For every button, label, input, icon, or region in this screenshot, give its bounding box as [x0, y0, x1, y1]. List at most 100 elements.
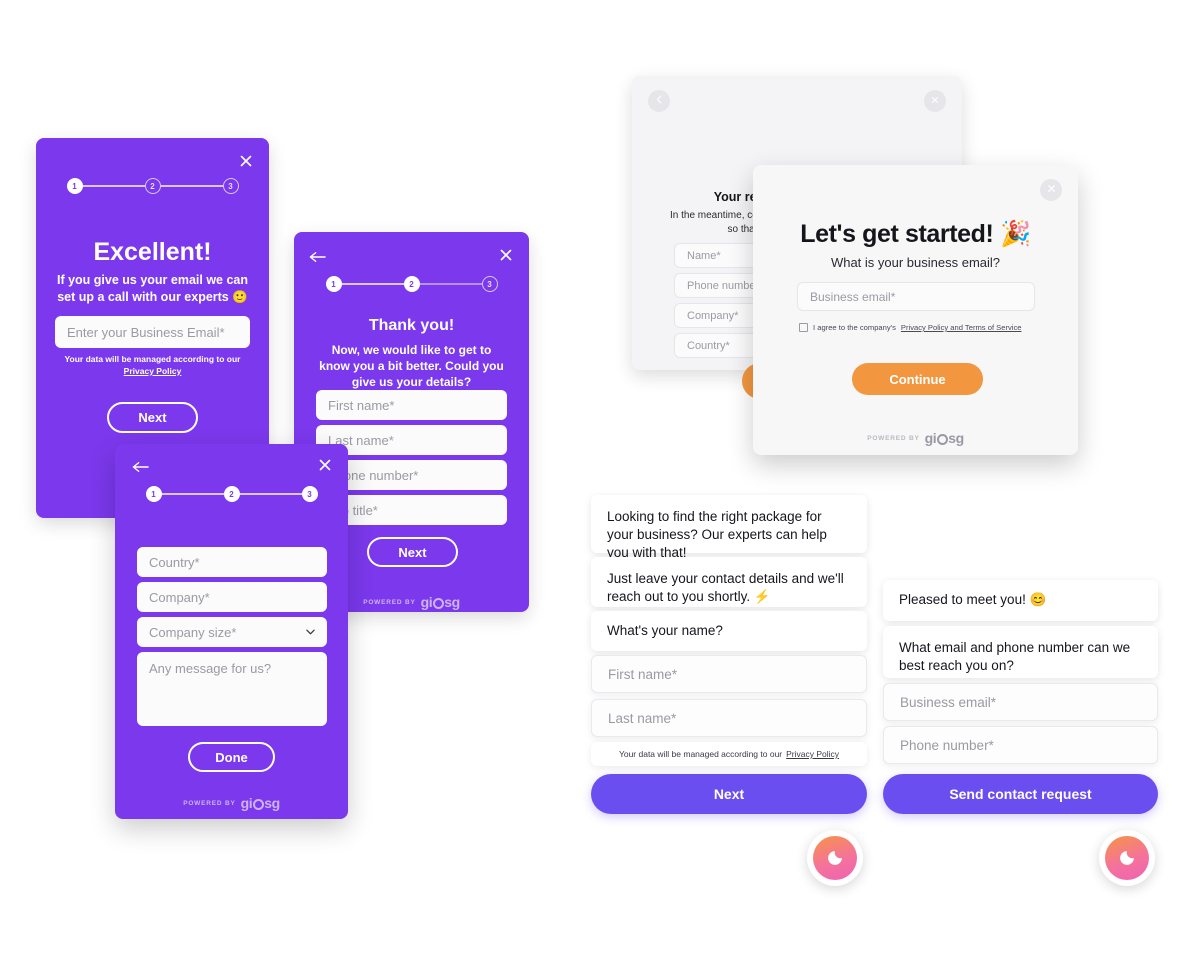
- next-button-label: Next: [713, 786, 745, 802]
- next-button-label: Next: [398, 544, 427, 560]
- consent-label: I agree to the company's: [813, 323, 896, 332]
- privacy-policy-link[interactable]: Privacy Policy: [124, 366, 182, 376]
- get-started-card: Let's get started! 🎉 What is your busine…: [753, 165, 1078, 455]
- close-icon: [317, 457, 333, 473]
- excellent-title: Excellent!: [93, 238, 212, 266]
- giosg-logo-part1: gi: [924, 430, 937, 446]
- back-button[interactable]: [306, 248, 328, 266]
- close-button[interactable]: [924, 90, 946, 112]
- step-line-1: [82, 185, 145, 187]
- consent-row[interactable]: I agree to the company's Privacy Policy …: [799, 323, 1021, 332]
- next-button[interactable]: Next: [367, 537, 458, 567]
- back-button[interactable]: [129, 458, 151, 476]
- arrow-left-icon: [309, 251, 326, 263]
- chat-message-2: What email and phone number can we best …: [883, 626, 1158, 678]
- step-1[interactable]: 1: [66, 178, 83, 194]
- send-contact-request-label: Send contact request: [949, 786, 1092, 802]
- message-textarea[interactable]: Any message for us?: [137, 652, 327, 726]
- step-3[interactable]: 3: [222, 178, 239, 194]
- field-placeholder: Country*: [687, 339, 730, 352]
- field-placeholder: First name*: [608, 666, 678, 682]
- back-button[interactable]: [648, 90, 670, 112]
- next-button-label: Next: [138, 410, 167, 425]
- step-line-2: [419, 283, 482, 285]
- field-placeholder: Last name*: [608, 710, 677, 726]
- stepper: 1 2 3: [294, 276, 529, 292]
- business-email-input[interactable]: Enter your Business Email*: [55, 316, 250, 348]
- giosg-logo: gi sg: [924, 430, 965, 446]
- close-button[interactable]: [495, 244, 517, 266]
- chat-launcher-button[interactable]: [1099, 830, 1155, 886]
- step-3[interactable]: 3: [301, 486, 318, 502]
- step-1[interactable]: 1: [145, 486, 162, 502]
- chat-message-1: Pleased to meet you! 😊: [883, 580, 1158, 621]
- chat-message-2: Just leave your contact details and we'l…: [591, 557, 867, 607]
- giosg-logo-part2: sg: [444, 594, 460, 610]
- country-input[interactable]: Country*: [137, 547, 327, 577]
- field-placeholder: Name*: [687, 249, 721, 262]
- company-input[interactable]: Company*: [137, 582, 327, 612]
- giosg-logo-part2: sg: [948, 430, 964, 446]
- powered-by-label: POWERED BY: [363, 598, 416, 606]
- close-icon: [498, 247, 514, 263]
- get-started-subtitle: What is your business email?: [830, 255, 1001, 270]
- next-button[interactable]: Next: [591, 774, 867, 814]
- select-placeholder: Company size*: [149, 624, 237, 640]
- giosg-logo-o-icon: [432, 597, 444, 609]
- close-button[interactable]: [314, 454, 336, 476]
- giosg-logo: gi sg: [241, 795, 281, 811]
- giosg-logo-part2: sg: [264, 795, 280, 811]
- first-name-input[interactable]: First name*: [316, 390, 507, 420]
- continue-button[interactable]: Continue: [852, 363, 983, 395]
- privacy-text: Your data will be managed according to o…: [618, 749, 783, 759]
- thank-you-subtitle: Now, we would like to get to know you a …: [319, 343, 504, 390]
- stepper: 1 2 3: [115, 486, 348, 502]
- continue-button-label: Continue: [889, 371, 946, 387]
- business-email-input[interactable]: Business email*: [883, 683, 1158, 721]
- step-line-2: [160, 185, 223, 187]
- giosg-footer: POWERED BY gi sg: [115, 795, 348, 811]
- consent-checkbox[interactable]: [799, 323, 808, 332]
- company-size-select[interactable]: Company size*: [137, 617, 327, 647]
- close-icon: [238, 153, 254, 169]
- first-name-input[interactable]: First name*: [591, 655, 867, 693]
- chat-message-1: Looking to find the right package for yo…: [591, 495, 867, 560]
- last-name-input[interactable]: Last name*: [591, 699, 867, 737]
- chat-widget-contact-step: Pleased to meet you! 😊 What email and ph…: [883, 580, 1158, 886]
- step-3[interactable]: 3: [481, 276, 498, 292]
- giosg-chat-launcher-icon: [813, 836, 857, 880]
- giosg-footer: POWERED BY gi sg: [753, 430, 1078, 446]
- field-placeholder: Business email*: [900, 694, 997, 710]
- privacy-terms-link[interactable]: Privacy Policy and Terms of Service: [901, 323, 1022, 332]
- close-button[interactable]: [235, 150, 257, 172]
- textarea-placeholder: Any message for us?: [149, 661, 272, 676]
- giosg-logo-o-icon: [936, 433, 948, 445]
- chat-launcher-button[interactable]: [807, 830, 863, 886]
- step-line-1: [161, 493, 224, 495]
- done-button[interactable]: Done: [188, 742, 275, 772]
- arrow-left-icon: [132, 461, 149, 473]
- privacy-text: Your data will be managed according to o…: [64, 354, 241, 364]
- giosg-logo: gi sg: [421, 594, 461, 610]
- close-button[interactable]: [1040, 179, 1062, 201]
- step-2[interactable]: 2: [144, 178, 161, 194]
- privacy-note: Your data will be managed according to o…: [591, 742, 867, 766]
- step-2[interactable]: 2: [223, 486, 240, 502]
- stepper: 1 2 3: [36, 178, 269, 194]
- send-contact-request-button[interactable]: Send contact request: [883, 774, 1158, 814]
- company-details-card: 1 2 3 Country* Company* Company size* An…: [115, 444, 348, 819]
- next-button[interactable]: Next: [107, 402, 198, 433]
- business-email-input[interactable]: Business email*: [797, 282, 1035, 311]
- field-placeholder: Phone number*: [900, 737, 994, 753]
- field-placeholder: Company*: [687, 309, 739, 322]
- field-placeholder: Phone number*: [687, 279, 764, 292]
- step-1[interactable]: 1: [325, 276, 342, 292]
- privacy-policy-link[interactable]: Privacy Policy: [786, 749, 839, 759]
- chat-message-3: What's your name?: [591, 611, 867, 651]
- powered-by-label: POWERED BY: [867, 434, 920, 442]
- step-2[interactable]: 2: [403, 276, 420, 292]
- phone-number-input[interactable]: Phone number*: [883, 726, 1158, 764]
- giosg-logo-o-icon: [252, 798, 264, 810]
- step-line-1: [341, 283, 404, 285]
- field-placeholder: First name*: [328, 397, 395, 413]
